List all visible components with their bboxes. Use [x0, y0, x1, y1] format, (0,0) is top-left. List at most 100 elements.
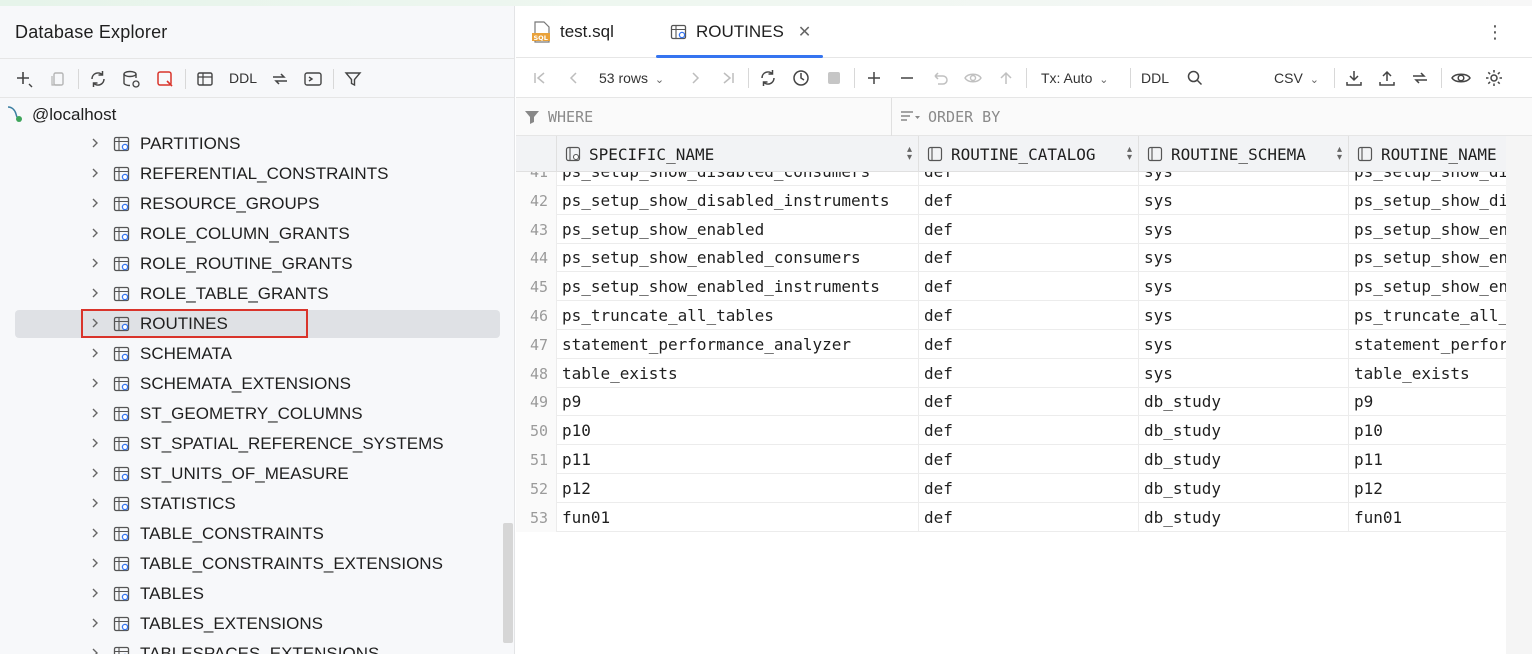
tree-item-tables[interactable]: TABLES: [0, 579, 500, 609]
tree-item-partitions[interactable]: PARTITIONS: [0, 129, 500, 159]
chevron-right-icon[interactable]: [88, 136, 102, 150]
transaction-mode-dropdown[interactable]: Tx: Auto ⌄: [1041, 70, 1108, 86]
table-cell[interactable]: def: [918, 358, 1138, 388]
previous-page-icon[interactable]: [562, 66, 586, 90]
console-icon[interactable]: [301, 67, 325, 91]
table-cell[interactable]: p9: [556, 387, 918, 417]
table-cell[interactable]: ps_setup_show_en: [1348, 214, 1506, 244]
tree-item-role-routine-grants[interactable]: ROLE_ROUTINE_GRANTS: [0, 249, 500, 279]
submit-icon[interactable]: [994, 66, 1018, 90]
chevron-right-icon[interactable]: [88, 616, 102, 630]
table-cell[interactable]: def: [918, 387, 1138, 417]
table-cell[interactable]: statement_perfor: [1348, 329, 1506, 359]
tree-item-table-constraints[interactable]: TABLE_CONSTRAINTS: [0, 519, 500, 549]
table-cell[interactable]: ps_setup_show_di: [1348, 172, 1506, 186]
table-cell[interactable]: def: [918, 445, 1138, 474]
table-cell[interactable]: sys: [1138, 329, 1348, 359]
table-cell[interactable]: fun01: [556, 502, 918, 532]
tree-item-referential-constraints[interactable]: REFERENTIAL_CONSTRAINTS: [0, 159, 500, 189]
chevron-right-icon[interactable]: [88, 496, 102, 510]
table-editor-icon[interactable]: [193, 67, 217, 91]
table-cell[interactable]: db_study: [1138, 387, 1348, 417]
chevron-right-icon[interactable]: [88, 646, 102, 654]
stop-icon[interactable]: [822, 66, 846, 90]
disconnect-icon[interactable]: [153, 67, 177, 91]
table-cell[interactable]: def: [918, 243, 1138, 273]
connection-node[interactable]: @localhost: [6, 104, 116, 126]
table-row[interactable]: 42 ps_setup_show_disabled_instruments def s…: [516, 185, 1506, 215]
compare-icon[interactable]: [1408, 66, 1432, 90]
history-icon[interactable]: [789, 66, 813, 90]
table-cell[interactable]: db_study: [1138, 473, 1348, 503]
table-row[interactable]: 44 ps_setup_show_enabled_consumers def sys p…: [516, 243, 1506, 273]
ddl-button[interactable]: DDL: [1141, 70, 1169, 86]
table-row[interactable]: 51 p11 def db_study p11: [516, 445, 1506, 474]
order-by-input[interactable]: ORDER BY: [900, 108, 1000, 126]
table-cell[interactable]: def: [918, 272, 1138, 302]
table-cell[interactable]: def: [918, 172, 1138, 186]
delete-row-icon[interactable]: [895, 66, 919, 90]
filter-icon[interactable]: [341, 67, 365, 91]
tree-item-schemata-extensions[interactable]: SCHEMATA_EXTENSIONS: [0, 369, 500, 399]
table-cell[interactable]: def: [918, 416, 1138, 446]
table-row[interactable]: 48 table_exists def sys table_exists: [516, 358, 1506, 388]
table-cell[interactable]: table_exists: [1348, 358, 1506, 388]
where-filter-input[interactable]: WHERE: [524, 108, 593, 126]
table-cell[interactable]: statement_performance_analyzer: [556, 329, 918, 359]
table-cell[interactable]: db_study: [1138, 416, 1348, 446]
tab-routines[interactable]: ROUTINES ✕: [656, 6, 823, 58]
table-cell[interactable]: ps_setup_show_enabled: [556, 214, 918, 244]
tree-item-role-table-grants[interactable]: ROLE_TABLE_GRANTS: [0, 279, 500, 309]
table-cell[interactable]: sys: [1138, 272, 1348, 302]
tree-item-st-geometry-columns[interactable]: ST_GEOMETRY_COLUMNS: [0, 399, 500, 429]
table-cell[interactable]: ps_truncate_all_: [1348, 301, 1506, 330]
chevron-right-icon[interactable]: [88, 166, 102, 180]
table-cell[interactable]: def: [918, 301, 1138, 330]
table-cell[interactable]: ps_setup_show_en: [1348, 272, 1506, 302]
table-cell[interactable]: ps_setup_show_disabled_instruments: [556, 185, 918, 215]
chevron-right-icon[interactable]: [88, 256, 102, 270]
table-cell[interactable]: p10: [556, 416, 918, 446]
table-cell[interactable]: sys: [1138, 172, 1348, 186]
sort-arrows-icon[interactable]: ▴ ▾: [1337, 145, 1342, 163]
chevron-right-icon[interactable]: [88, 406, 102, 420]
export-format-dropdown[interactable]: CSV ⌄: [1274, 70, 1319, 86]
add-row-icon[interactable]: [862, 66, 886, 90]
table-cell[interactable]: ps_setup_show_di: [1348, 185, 1506, 215]
tree-item-tablespaces-extensions[interactable]: TABLESPACES_EXTENSIONS: [0, 639, 500, 654]
revert-icon[interactable]: [928, 66, 952, 90]
table-row[interactable]: 53 fun01 def db_study fun01: [516, 502, 1506, 532]
table-cell[interactable]: def: [918, 473, 1138, 503]
reload-icon[interactable]: [756, 66, 780, 90]
tree-item-resource-groups[interactable]: RESOURCE_GROUPS: [0, 189, 500, 219]
table-cell[interactable]: table_exists: [556, 358, 918, 388]
add-icon[interactable]: [12, 67, 36, 91]
refresh-icon[interactable]: [86, 67, 110, 91]
chevron-right-icon[interactable]: [88, 586, 102, 600]
sort-arrows-icon[interactable]: ▴ ▾: [1127, 145, 1132, 163]
table-cell[interactable]: p11: [1348, 445, 1506, 474]
chevron-right-icon[interactable]: [88, 196, 102, 210]
next-page-icon[interactable]: [683, 66, 707, 90]
ddl-button[interactable]: DDL: [229, 70, 257, 86]
column-header-routine-name[interactable]: ROUTINE_NAME: [1348, 136, 1532, 172]
view-options-icon[interactable]: [1449, 66, 1473, 90]
close-icon[interactable]: ✕: [798, 22, 811, 42]
chevron-right-icon[interactable]: [88, 556, 102, 570]
sort-arrows-icon[interactable]: ▴ ▾: [907, 145, 912, 163]
table-cell[interactable]: def: [918, 329, 1138, 359]
search-icon[interactable]: [1183, 66, 1207, 90]
tab-test-sql[interactable]: SQL test.sql: [532, 6, 614, 58]
table-cell[interactable]: p11: [556, 445, 918, 474]
first-page-icon[interactable]: [528, 66, 552, 90]
table-cell[interactable]: ps_setup_show_disabled_consumers: [556, 172, 918, 186]
rows-count-dropdown[interactable]: 53 rows ⌄: [599, 70, 664, 86]
column-header-routine-catalog[interactable]: ROUTINE_CATALOG ▴ ▾: [918, 136, 1138, 172]
chevron-right-icon[interactable]: [88, 376, 102, 390]
more-options-icon[interactable]: ⋮: [1486, 22, 1504, 43]
column-header-routine-schema[interactable]: ROUTINE_SCHEMA ▴ ▾: [1138, 136, 1348, 172]
table-cell[interactable]: def: [918, 502, 1138, 532]
tree-item-st-spatial-reference-systems[interactable]: ST_SPATIAL_REFERENCE_SYSTEMS: [0, 429, 500, 459]
tree-item-role-column-grants[interactable]: ROLE_COLUMN_GRANTS: [0, 219, 500, 249]
tree-item-routines[interactable]: ROUTINES: [0, 309, 500, 339]
